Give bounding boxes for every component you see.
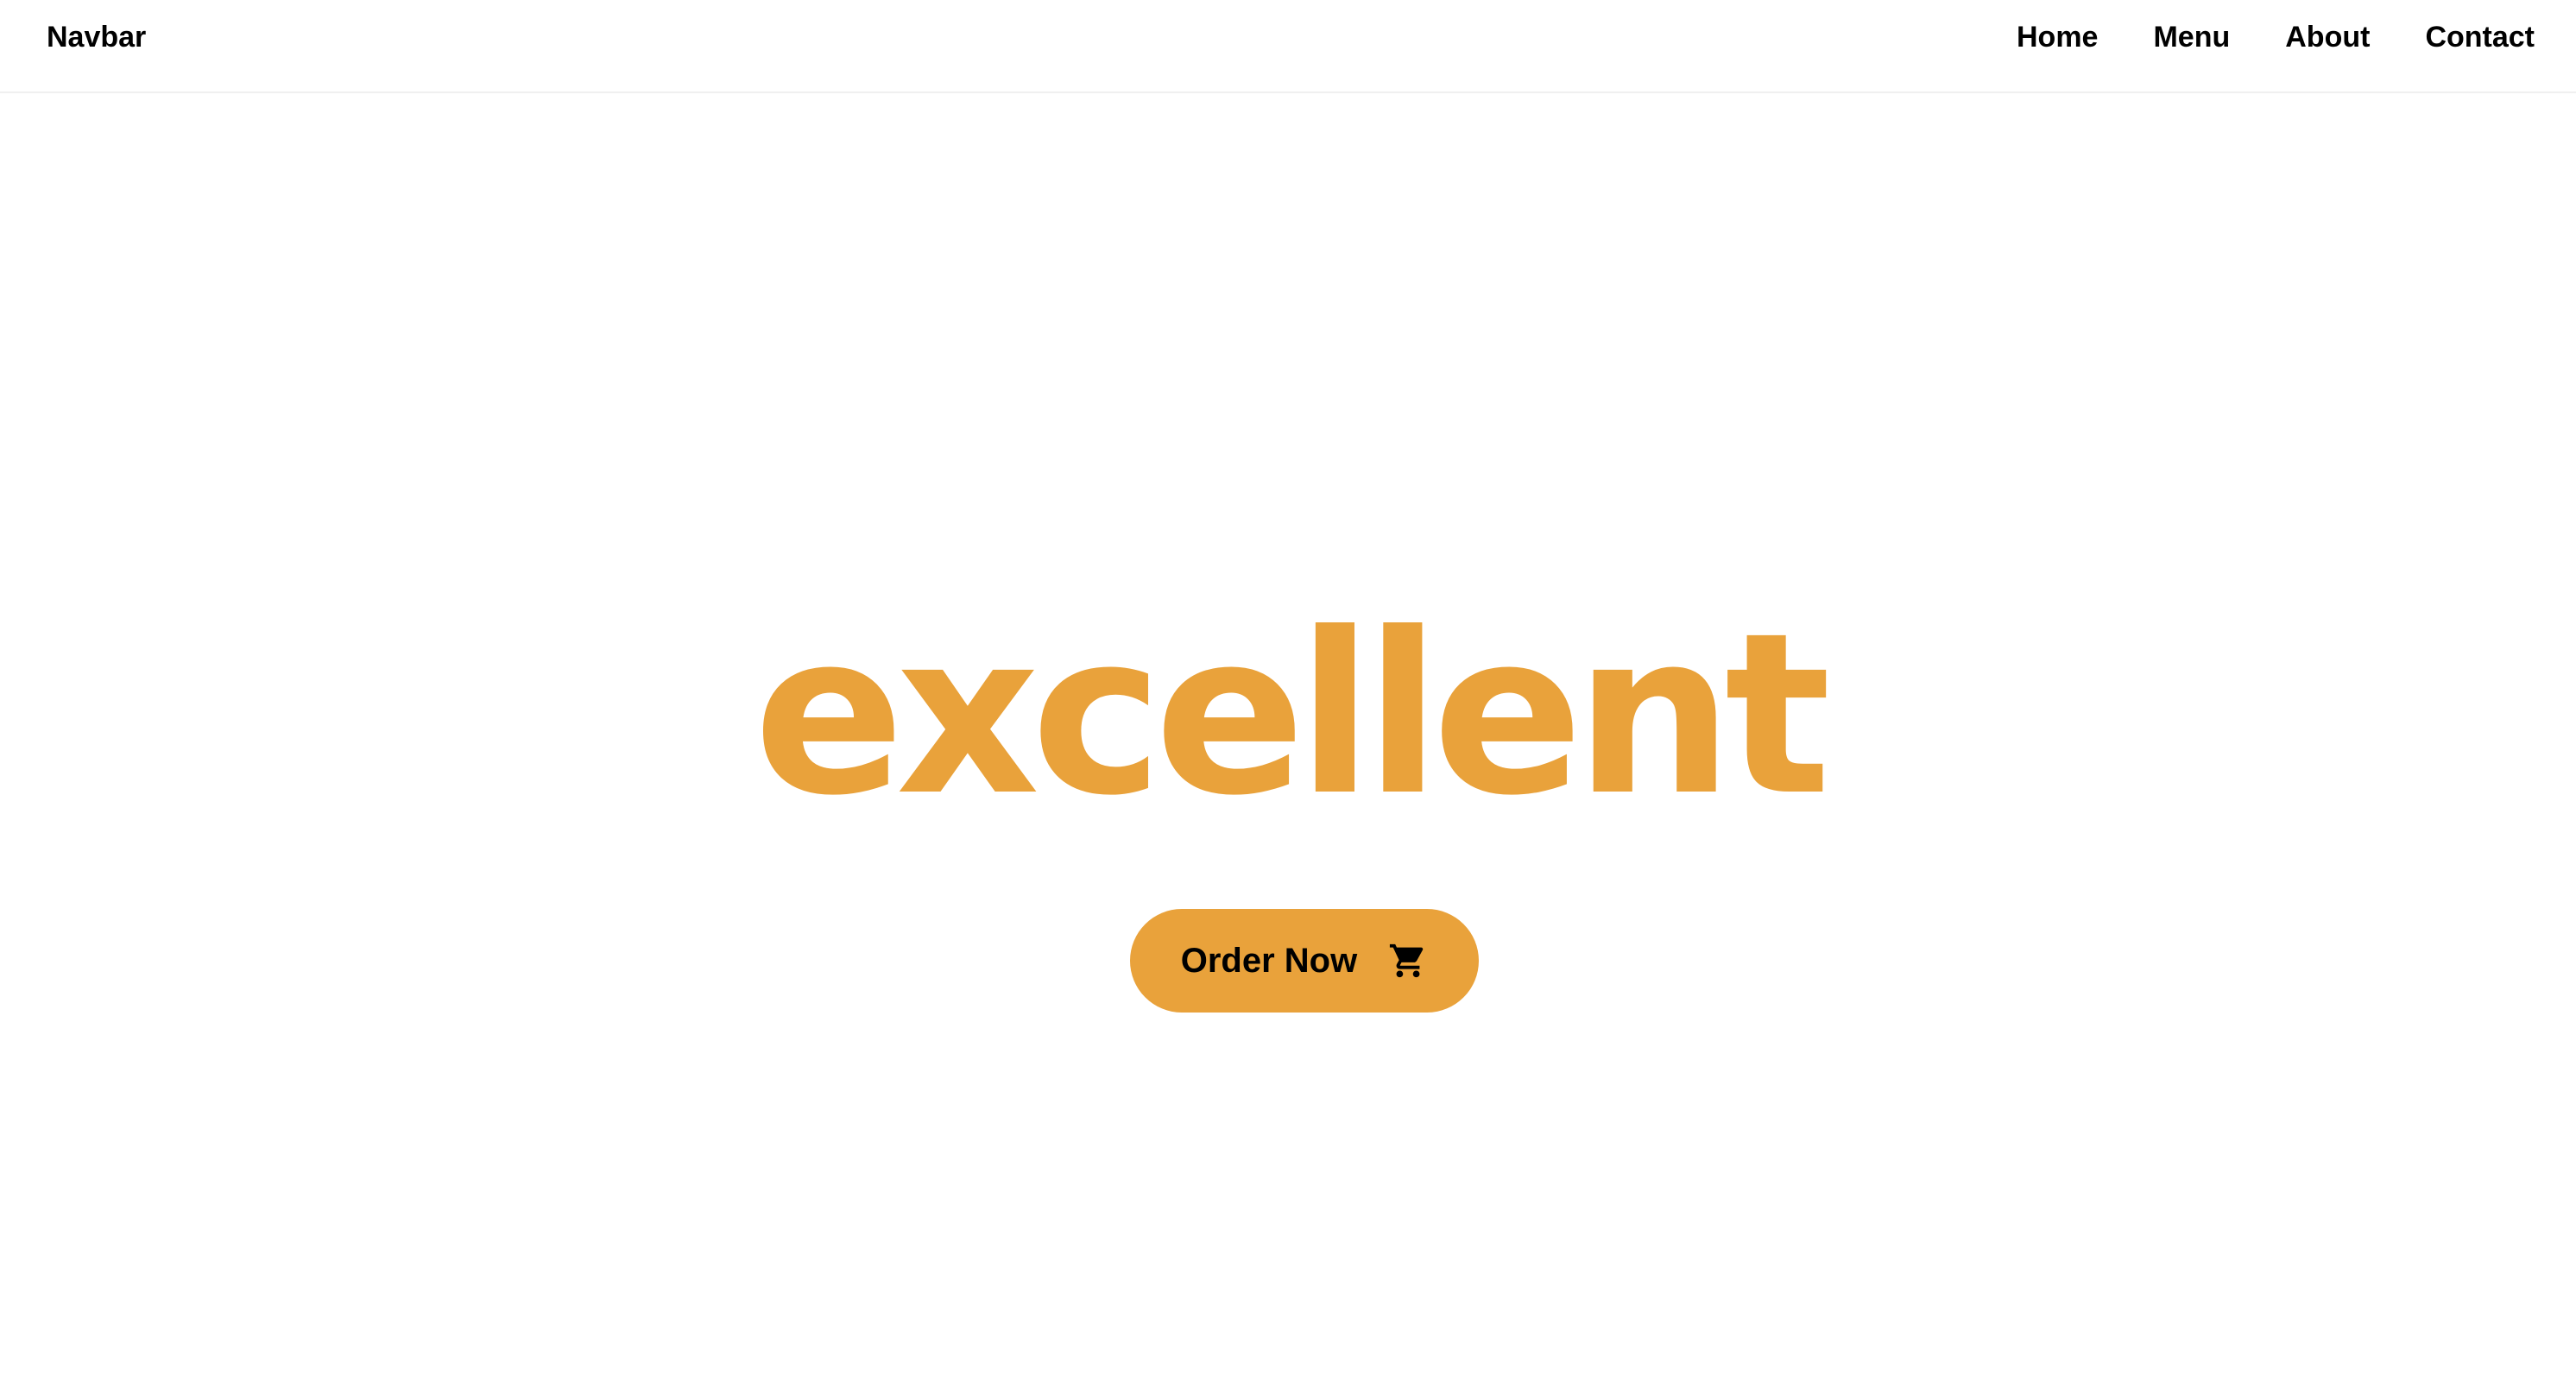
nav-link-about[interactable]: About xyxy=(2285,17,2370,57)
nav-link-contact[interactable]: Contact xyxy=(2425,17,2535,57)
order-now-label: Order Now xyxy=(1180,942,1358,980)
navbar: Navbar Home Menu About Contact xyxy=(0,0,2576,93)
nav-links: Home Menu About Contact xyxy=(2017,17,2535,57)
navbar-brand[interactable]: Navbar xyxy=(47,17,146,57)
nav-link-home[interactable]: Home xyxy=(2017,17,2098,57)
hero-headline: excellent xyxy=(753,585,1831,844)
shopping-cart-icon xyxy=(1388,941,1428,981)
nav-link-menu[interactable]: Menu xyxy=(2153,17,2230,57)
order-now-button[interactable]: Order Now xyxy=(1130,909,1479,1013)
hero-section: excellent Order Now xyxy=(0,93,2576,1388)
